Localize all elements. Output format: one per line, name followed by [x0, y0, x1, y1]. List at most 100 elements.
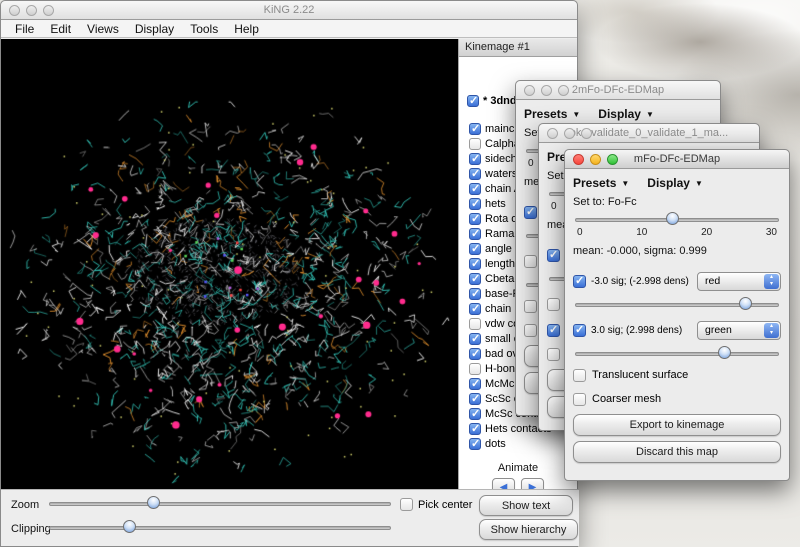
zoom-slider-thumb[interactable]: [147, 496, 160, 509]
king-titlebar[interactable]: KiNG 2.22: [1, 1, 577, 20]
map-window-mfo-dfc: mFo-DFc-EDMap Presets ▼ Display ▼ Set to…: [564, 149, 790, 481]
translucent-surface-checkbox[interactable]: [547, 324, 560, 337]
pick-center-checkbox-row[interactable]: Pick center: [400, 498, 472, 511]
king-main-window: KiNG 2.22 File Edit Views Display Tools …: [0, 0, 578, 547]
clipping-slider-thumb[interactable]: [123, 520, 136, 533]
menu-item[interactable]: Help: [226, 22, 267, 36]
zoom-slider[interactable]: [47, 495, 393, 511]
group-checkbox[interactable]: [469, 138, 481, 150]
group-checkbox[interactable]: [469, 198, 481, 210]
contour-level-slider[interactable]: [573, 211, 781, 227]
coarser-mesh-checkbox[interactable]: [524, 324, 537, 337]
group-checkbox[interactable]: [469, 393, 481, 405]
menu-item[interactable]: Views: [79, 22, 127, 36]
pick-center-label: Pick center: [418, 499, 472, 511]
close-button[interactable]: [573, 154, 584, 165]
zoom-button[interactable]: [581, 128, 592, 139]
low-contour-checkbox[interactable]: [573, 275, 586, 288]
presets-menu[interactable]: Presets ▼: [573, 176, 629, 190]
group-checkbox[interactable]: [469, 408, 481, 420]
clipping-slider[interactable]: [47, 519, 393, 535]
show-hierarchy-button[interactable]: Show hierarchy: [479, 519, 578, 540]
kinemage-root-label: * 3dnd: [483, 95, 517, 107]
export-to-kinemage-button[interactable]: Export to kinemage: [573, 414, 781, 436]
clipping-label: Clipping: [11, 523, 51, 535]
minimize-button[interactable]: [541, 85, 552, 96]
zoom-button[interactable]: [43, 5, 54, 16]
zoom-button[interactable]: [558, 85, 569, 96]
high-contour-color-popup[interactable]: green ▴▾: [697, 321, 781, 340]
discard-this-map-button[interactable]: Discard this map: [573, 441, 781, 463]
coarser-mesh-row[interactable]: Coarser mesh: [573, 389, 781, 409]
high-contour-slider[interactable]: [573, 345, 781, 361]
group-checkbox[interactable]: [469, 273, 481, 285]
group-label: hets: [485, 198, 506, 210]
group-checkbox[interactable]: [469, 258, 481, 270]
high-contour-checkbox[interactable]: [573, 324, 586, 337]
popup-arrows-icon: ▴▾: [764, 323, 779, 338]
group-checkbox[interactable]: [469, 123, 481, 135]
translucent-surface-row[interactable]: Translucent surface: [573, 365, 781, 385]
group-checkbox[interactable]: [469, 378, 481, 390]
low-contour-checkbox[interactable]: [524, 206, 537, 219]
kinemage-group-toggle[interactable]: dots: [459, 436, 577, 451]
group-checkbox[interactable]: [469, 363, 481, 375]
menu-item[interactable]: Display: [127, 22, 182, 36]
low-contour-row: -3.0 sig; (-2.998 dens) red ▴▾: [573, 269, 781, 293]
group-checkbox[interactable]: [469, 438, 481, 450]
group-checkbox[interactable]: [469, 153, 481, 165]
zoom-slider-track: [49, 502, 391, 506]
high-contour-checkbox[interactable]: [547, 298, 560, 311]
window-title: KiNG 2.22: [1, 4, 577, 16]
translucent-surface-checkbox[interactable]: [524, 300, 537, 313]
map-window-titlebar[interactable]: 2mFo-DFc-EDMap: [516, 81, 720, 100]
chevron-down-icon: ▼: [572, 110, 580, 119]
slider-tick-labels: 010 2030: [573, 227, 781, 240]
coarser-mesh-checkbox[interactable]: [547, 348, 560, 361]
group-checkbox[interactable]: [469, 213, 481, 225]
slider-thumb[interactable]: [666, 212, 679, 225]
low-contour-checkbox[interactable]: [547, 249, 560, 262]
map-window-titlebar[interactable]: pka-validate_0_validate_1_ma...: [539, 124, 759, 143]
pick-center-checkbox[interactable]: [400, 498, 413, 511]
menu-item[interactable]: Edit: [42, 22, 79, 36]
show-text-button[interactable]: Show text: [479, 495, 573, 516]
group-checkbox[interactable]: [469, 183, 481, 195]
king-workarea: Kinemage #1 * 3dnd mainchain: [1, 39, 577, 489]
menu-item[interactable]: Tools: [182, 22, 226, 36]
minimize-button[interactable]: [564, 128, 575, 139]
high-contour-checkbox[interactable]: [524, 255, 537, 268]
group-checkbox[interactable]: [469, 168, 481, 180]
clipping-slider-track: [49, 526, 391, 530]
coarser-mesh-checkbox[interactable]: [573, 393, 586, 406]
group-label: dots: [485, 438, 506, 450]
minimize-button[interactable]: [590, 154, 601, 165]
translucent-surface-checkbox[interactable]: [573, 369, 586, 382]
close-button[interactable]: [524, 85, 535, 96]
group-checkbox[interactable]: [469, 228, 481, 240]
close-button[interactable]: [547, 128, 558, 139]
low-contour-slider[interactable]: [573, 296, 781, 312]
kinemage-panel-header: Kinemage #1: [459, 39, 577, 57]
chevron-down-icon: ▼: [646, 110, 654, 119]
group-checkbox[interactable]: [469, 423, 481, 435]
low-contour-color-popup[interactable]: red ▴▾: [697, 272, 781, 291]
group-checkbox[interactable]: [469, 243, 481, 255]
group-checkbox[interactable]: [469, 333, 481, 345]
display-menu[interactable]: Display ▼: [598, 107, 654, 121]
group-checkbox[interactable]: [469, 348, 481, 360]
group-checkbox[interactable]: [469, 288, 481, 300]
group-checkbox[interactable]: [469, 318, 481, 330]
slider-thumb[interactable]: [739, 297, 752, 310]
group-checkbox[interactable]: [469, 303, 481, 315]
menu-item[interactable]: File: [7, 22, 42, 36]
minimize-button[interactable]: [26, 5, 37, 16]
molecule-viewport[interactable]: [1, 39, 458, 489]
close-button[interactable]: [9, 5, 20, 16]
kinemage-root-checkbox[interactable]: [467, 95, 479, 107]
display-menu[interactable]: Display ▼: [647, 176, 703, 190]
slider-thumb[interactable]: [718, 346, 731, 359]
zoom-button[interactable]: [607, 154, 618, 165]
presets-menu[interactable]: Presets ▼: [524, 107, 580, 121]
map-window-titlebar[interactable]: mFo-DFc-EDMap: [565, 150, 789, 169]
